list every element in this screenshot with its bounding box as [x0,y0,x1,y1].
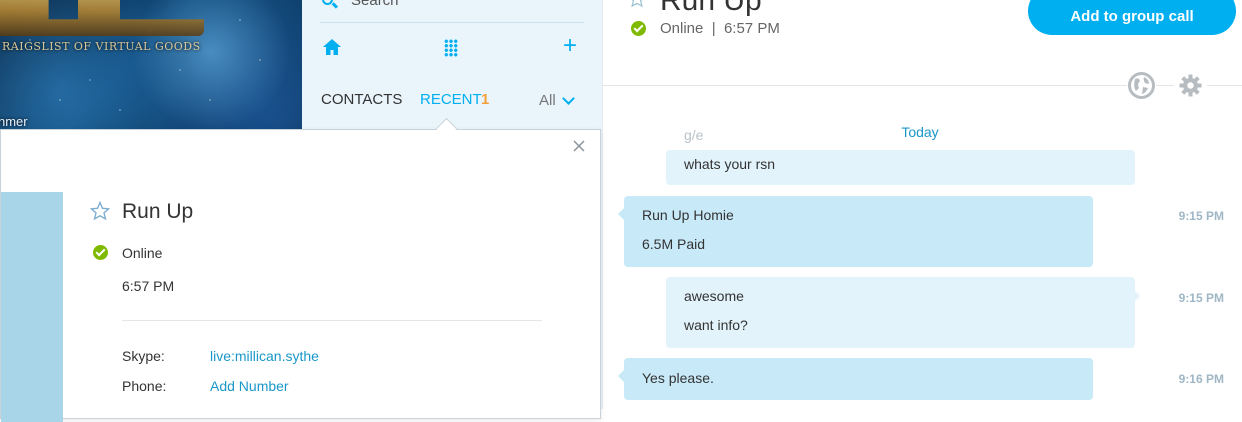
contact-local-time: 6:57 PM [723,20,780,37]
avatar [1,192,63,422]
close-icon[interactable] [571,138,587,154]
profile-local-time: 6:57 PM [122,278,175,294]
profile-divider [122,320,542,321]
recent-count-badge: 1 [481,91,490,108]
message-text: Run Up Homie [642,207,734,223]
skype-id-link[interactable]: live:millican.sythe [210,348,319,364]
message-text: Yes please. [642,370,714,386]
star-icon[interactable] [90,201,110,221]
message-bubble-outgoing[interactable]: awesome want info? [666,277,1140,348]
chevron-down-icon[interactable] [562,92,575,105]
banner-tagline: RAIGSLIST OF VIRTUAL GOODS [2,40,201,53]
home-icon[interactable] [322,38,342,56]
filter-dropdown[interactable]: All [539,92,556,109]
date-separator: Today [901,124,939,140]
gear-icon[interactable] [1174,71,1207,100]
message-timestamp: 9:15 PM [1178,209,1224,223]
favorite-star-icon[interactable] [628,0,646,8]
message-text: awesome [684,288,744,304]
conversation-title: Run Up [660,0,762,17]
column-divider [602,0,603,409]
contact-profile-popup: Run Up Online 6:57 PM Skype: live:millic… [0,129,601,422]
message-bubble-incoming[interactable]: Yes please. [618,358,1093,400]
add-number-link[interactable]: Add Number [210,378,289,394]
message-bubble-incoming[interactable]: Run Up Homie 6.5M Paid [618,196,1093,267]
group-banner-image: RAIGSLIST OF VIRTUAL GOODS nmer [0,0,302,130]
dialpad-icon[interactable] [444,39,458,57]
sidebar-divider [320,22,584,23]
status-text: Online [660,20,704,37]
faded-message-line: g/e [684,127,704,143]
online-status-icon [93,245,108,260]
message-bubble-outgoing[interactable]: whats your rsn [666,150,1135,185]
message-text: whats your rsn [684,156,776,172]
add-contact-icon[interactable]: + [563,34,577,58]
message-text: 6.5M Paid [642,236,706,252]
message-text: want info? [684,317,748,333]
profile-status: Online [122,245,163,261]
search-icon[interactable] [322,0,333,5]
add-to-group-call-button[interactable]: Add to group call [1028,0,1236,35]
search-input[interactable]: Search [351,0,399,9]
profile-name: Run Up [122,200,194,223]
globe-icon[interactable] [1127,71,1156,100]
status-separator: | [711,20,716,37]
message-timestamp: 9:16 PM [1178,372,1224,386]
tab-contacts[interactable]: CONTACTS [321,91,402,108]
online-status-icon [631,21,646,36]
tab-recent[interactable]: RECENT [420,91,482,108]
conversation-status: Online | 6:57 PM [660,20,780,37]
message-timestamp: 9:15 PM [1178,291,1224,305]
banner-caption: nmer [0,114,28,129]
phone-label: Phone: [122,378,167,394]
skype-label: Skype: [122,348,165,364]
